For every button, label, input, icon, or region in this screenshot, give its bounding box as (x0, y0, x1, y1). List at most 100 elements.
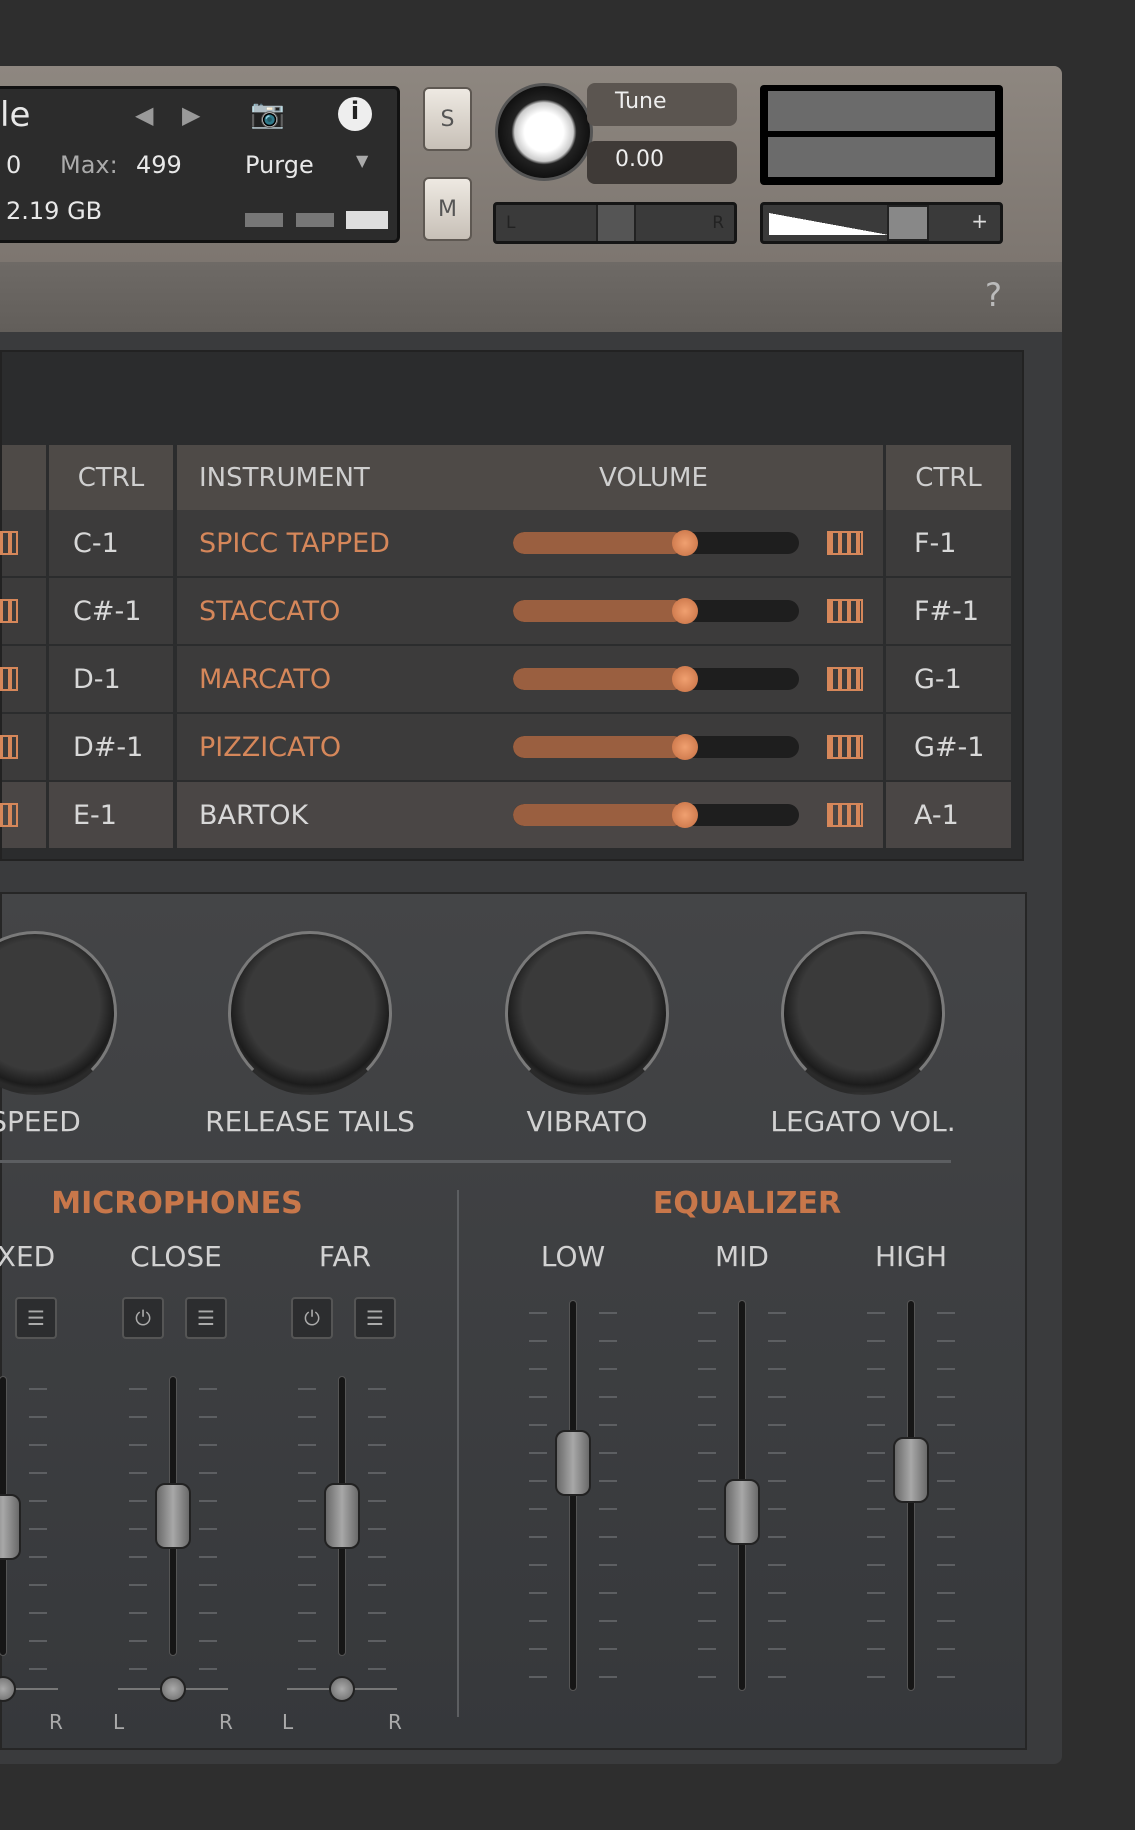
piano-icon[interactable] (827, 599, 863, 623)
fader-tick (368, 1584, 386, 1586)
table-row[interactable]: D#-1 PIZZICATO G#-1 (0, 714, 1011, 780)
fader-tick (129, 1472, 147, 1474)
fader-tick (768, 1480, 786, 1482)
solo-button[interactable]: S (423, 87, 472, 151)
power-icon[interactable]: ⏻ (122, 1297, 164, 1339)
volume-handle[interactable] (887, 205, 929, 241)
fader-tick (867, 1620, 885, 1622)
volume-thumb[interactable] (671, 598, 698, 624)
list-icon[interactable]: ☰ (15, 1297, 57, 1339)
volume-slider[interactable] (513, 600, 799, 622)
ctrl-right[interactable]: F#-1 (886, 578, 1011, 644)
table-row[interactable]: C#-1 STACCATO F#-1 (0, 578, 1011, 644)
fader-tick (298, 1500, 316, 1502)
ctrl-left[interactable]: C-1 (49, 510, 173, 576)
volume-slider[interactable] (513, 736, 799, 758)
ctrl-right[interactable]: F-1 (886, 510, 1011, 576)
ctrl-right[interactable]: G#-1 (886, 714, 1011, 780)
mic-pan-knob[interactable] (160, 1676, 186, 1702)
instrument-name[interactable]: BARTOK (199, 800, 308, 831)
mute-button[interactable]: M (423, 177, 472, 241)
equalizer-title: EQUALIZER (652, 1186, 842, 1221)
piano-icon (0, 531, 18, 555)
instrument-cell[interactable]: STACCATO (177, 578, 883, 644)
prev-instrument-icon[interactable]: ◀ (135, 101, 153, 129)
piano-icon[interactable] (827, 803, 863, 827)
max-voices[interactable]: 499 (136, 151, 182, 179)
ctrl-left[interactable]: D#-1 (49, 714, 173, 780)
eq-high-fader-handle[interactable] (893, 1436, 929, 1503)
list-icon[interactable]: ☰ (354, 1297, 396, 1339)
fader-tick (698, 1312, 716, 1314)
mic-close-fader-handle[interactable] (155, 1483, 191, 1549)
piano-icon[interactable] (827, 735, 863, 759)
ctrl-left[interactable]: E-1 (49, 782, 173, 848)
table-row[interactable]: D-1 MARCATO G-1 (0, 646, 1011, 712)
piano-icon[interactable] (827, 531, 863, 555)
info-icon[interactable]: i (338, 97, 372, 131)
table-row[interactable]: E-1 BARTOK A-1 (0, 782, 1011, 848)
mic-xed-fader-handle[interactable] (0, 1493, 21, 1560)
fader-tick (698, 1480, 716, 1482)
list-icon[interactable]: ☰ (185, 1297, 227, 1339)
eq-mid-fader-handle[interactable] (724, 1478, 760, 1545)
fader-tick (698, 1620, 716, 1622)
instrument-cell[interactable]: SPICC TAPPED (177, 510, 883, 576)
instrument-cell[interactable]: PIZZICATO (177, 714, 883, 780)
volume-thumb[interactable] (671, 802, 698, 828)
indicator (346, 211, 388, 229)
next-instrument-icon[interactable]: ▶ (182, 101, 200, 129)
table-row[interactable]: C-1 SPICC TAPPED F-1 (0, 510, 1011, 576)
fader-tick (937, 1396, 955, 1398)
volume-slider[interactable]: - + (760, 202, 1003, 244)
pan-handle[interactable] (596, 205, 636, 241)
volume-thumb[interactable] (671, 530, 698, 556)
pan-slider[interactable]: L R (493, 202, 737, 244)
fader-tick (937, 1452, 955, 1454)
ctrl-left[interactable]: C#-1 (49, 578, 173, 644)
help-button[interactable]: ? (985, 276, 1002, 314)
pan-left-label: L (113, 1710, 125, 1734)
instrument-name[interactable]: STACCATO (199, 596, 340, 627)
instrument-name[interactable]: MARCATO (199, 664, 331, 695)
camera-icon[interactable]: 📷 (250, 97, 285, 130)
fader-tick (768, 1676, 786, 1678)
section-divider (457, 1190, 459, 1717)
volume-slider[interactable] (513, 532, 799, 554)
knob-vibrato[interactable] (505, 931, 669, 1095)
fader-tick (768, 1564, 786, 1566)
tune-knob[interactable] (495, 83, 593, 181)
instrument-cell[interactable]: MARCATO (177, 646, 883, 712)
tune-value[interactable]: 0.00 (587, 141, 737, 184)
instrument-name: le (0, 95, 31, 135)
instrument-name[interactable]: SPICC TAPPED (199, 528, 390, 559)
fader-tick (599, 1480, 617, 1482)
eq-low-fader-handle[interactable] (555, 1430, 591, 1496)
volume-slider[interactable] (513, 804, 799, 826)
mic-far-fader-handle[interactable] (324, 1483, 360, 1549)
fader-tick (867, 1340, 885, 1342)
purge-dropdown-icon[interactable]: ▼ (356, 151, 368, 170)
volume-thumb[interactable] (671, 734, 698, 760)
fader-tick (768, 1312, 786, 1314)
mic-pan-knob[interactable] (329, 1676, 355, 1702)
knob-label: VIBRATO (526, 1105, 648, 1138)
ctrl-right[interactable]: A-1 (886, 782, 1011, 848)
fader-tick (129, 1416, 147, 1418)
fader-tick (368, 1640, 386, 1642)
power-icon[interactable]: ⏻ (291, 1297, 333, 1339)
mic-channel-label: CLOSE (130, 1240, 222, 1273)
instrument-cell[interactable]: BARTOK (177, 782, 883, 848)
purge-menu[interactable]: Purge (245, 151, 314, 179)
knob-release-tails[interactable] (228, 931, 392, 1095)
fader-tick (867, 1648, 885, 1650)
fader-tick (937, 1648, 955, 1650)
piano-icon[interactable] (827, 667, 863, 691)
ctrl-right[interactable]: G-1 (886, 646, 1011, 712)
knob-legato-vol[interactable] (781, 931, 945, 1095)
volume-thumb[interactable] (671, 666, 698, 692)
ctrl-left[interactable]: D-1 (49, 646, 173, 712)
instrument-name[interactable]: PIZZICATO (199, 732, 341, 763)
volume-slider[interactable] (513, 668, 799, 690)
divider (0, 1160, 951, 1163)
